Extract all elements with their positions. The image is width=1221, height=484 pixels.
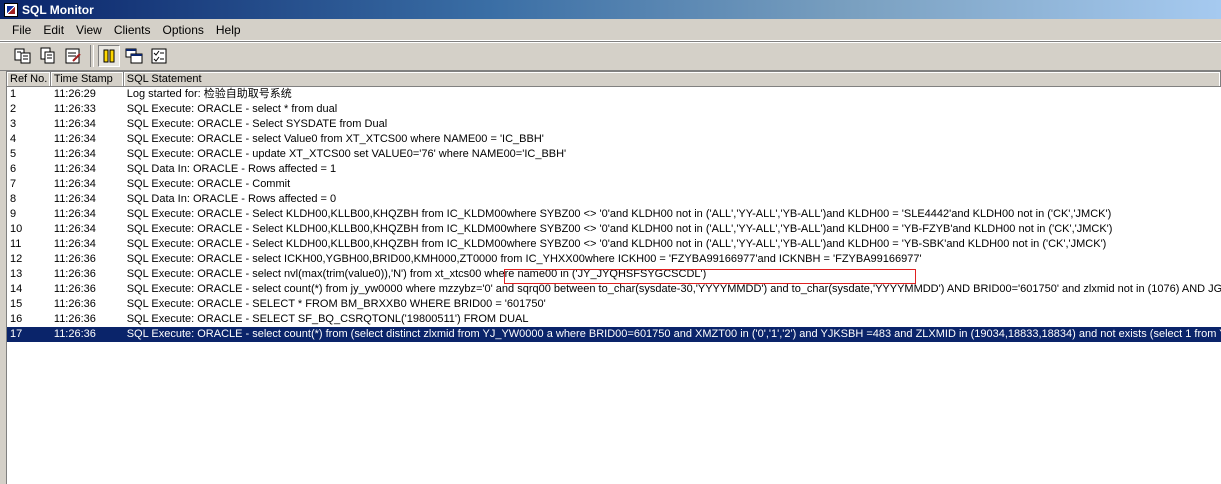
ref-cell: 14	[10, 283, 23, 295]
title-bar[interactable]: SQL Monitor	[0, 0, 1221, 19]
stay-on-top-button[interactable]	[123, 45, 145, 67]
log-rows: 1 11:26:29 Log started for: 检验自助取号系统 2 11:26…	[7, 87, 1221, 342]
sql-cell: SQL Execute: ORACLE - Select SYSDATE fro…	[126, 118, 388, 130]
pause-icon	[103, 49, 115, 63]
menu-options[interactable]: Options	[157, 20, 210, 40]
column-header-ref[interactable]: Ref No.	[7, 72, 51, 86]
ref-cell: 17	[10, 328, 23, 340]
column-header-time[interactable]: Time Stamp	[51, 72, 124, 86]
time-cell: 11:26:34	[53, 163, 96, 175]
sql-monitor-icon	[4, 2, 18, 17]
ref-cell: 3	[10, 118, 17, 130]
table-row[interactable]: 10 11:26:34 SQL Execute: ORACLE - Select K…	[7, 222, 1221, 237]
column-header-sql[interactable]: SQL Statement	[124, 72, 1221, 86]
sql-cell: SQL Execute: ORACLE - update XT_XTCS00 s…	[126, 148, 567, 160]
list-header: Ref No. Time Stamp SQL Statement	[7, 72, 1221, 87]
menu-clients[interactable]: Clients	[108, 20, 157, 40]
sql-cell: SQL Execute: ORACLE - select Value0 from…	[126, 133, 544, 145]
time-cell: 11:26:34	[53, 133, 96, 145]
save-log-button[interactable]	[12, 45, 34, 67]
sql-cell: SQL Execute: ORACLE - Commit	[126, 178, 291, 190]
sql-log-list[interactable]: Ref No. Time Stamp SQL Statement 1 11:26:…	[6, 71, 1221, 484]
ref-cell: 5	[10, 148, 17, 160]
table-row[interactable]: 6 11:26:34 SQL Data In: ORACLE - Rows affe…	[7, 162, 1221, 177]
time-cell: 11:26:34	[53, 118, 96, 130]
menu-help[interactable]: Help	[210, 20, 247, 40]
clear-button[interactable]	[148, 45, 170, 67]
ref-cell: 13	[10, 268, 23, 280]
sql-cell: SQL Execute: ORACLE - select * from dual	[126, 103, 338, 115]
properties-icon	[65, 48, 81, 64]
time-cell: 11:26:36	[53, 328, 96, 340]
ref-cell: 16	[10, 313, 23, 325]
ref-cell: 1	[10, 88, 17, 100]
toolbar-separator	[90, 45, 94, 67]
copy-button[interactable]	[37, 45, 59, 67]
pause-button[interactable]	[98, 45, 120, 67]
menu-file[interactable]: File	[0, 20, 37, 40]
sql-cell: Log started for: 检验自助取号系统	[126, 88, 292, 100]
table-row[interactable]: 2 11:26:33 SQL Execute: ORACLE - select * …	[7, 102, 1221, 117]
table-row[interactable]: 1 11:26:29 Log started for: 检验自助取号系统	[7, 87, 1221, 102]
time-cell: 11:26:36	[53, 268, 96, 280]
table-row[interactable]: 13 11:26:36 SQL Execute: ORACLE - select n…	[7, 267, 1221, 282]
ref-cell: 12	[10, 253, 23, 265]
toolbar	[0, 41, 1221, 71]
table-row[interactable]: 9 11:26:34 SQL Execute: ORACLE - Select KL…	[7, 207, 1221, 222]
clear-checklist-icon	[151, 48, 167, 64]
time-cell: 11:26:34	[53, 178, 96, 190]
ref-cell: 2	[10, 103, 17, 115]
table-row[interactable]: 7 11:26:34 SQL Execute: ORACLE - Commit	[7, 177, 1221, 192]
stay-on-top-icon	[125, 48, 143, 64]
ref-cell: 4	[10, 133, 17, 145]
sql-cell: SQL Execute: ORACLE - select count(*) fr…	[126, 328, 1221, 340]
time-cell: 11:26:34	[53, 238, 96, 250]
table-row[interactable]: 15 11:26:36 SQL Execute: ORACLE - SELECT *…	[7, 297, 1221, 312]
properties-button[interactable]	[62, 45, 84, 67]
ref-cell: 9	[10, 208, 17, 220]
menu-edit[interactable]: Edit	[37, 20, 70, 40]
sql-cell: SQL Execute: ORACLE - select ICKH00,YGBH…	[126, 253, 922, 265]
ref-cell: 6	[10, 163, 17, 175]
ref-cell: 8	[10, 193, 17, 205]
sql-cell: SQL Execute: ORACLE - Select KLDH00,KLLB…	[126, 208, 1112, 220]
time-cell: 11:26:34	[53, 208, 96, 220]
copy-icon	[40, 47, 55, 64]
time-cell: 11:26:36	[53, 298, 96, 310]
menu-view[interactable]: View	[70, 20, 108, 40]
sql-cell: SQL Data In: ORACLE - Rows affected = 1	[126, 163, 337, 175]
window-title: SQL Monitor	[22, 2, 94, 17]
table-row[interactable]: 4 11:26:34 SQL Execute: ORACLE - select Va…	[7, 132, 1221, 147]
sql-cell: SQL Execute: ORACLE - SELECT SF_BQ_CSRQT…	[126, 313, 529, 325]
time-cell: 11:26:29	[53, 88, 96, 100]
save-log-icon	[14, 48, 31, 64]
time-cell: 11:26:36	[53, 313, 96, 325]
time-cell: 11:26:36	[53, 283, 96, 295]
table-row[interactable]: 14 11:26:36 SQL Execute: ORACLE - select c…	[7, 282, 1221, 297]
menu-bar: File Edit View Clients Options Help	[0, 20, 1221, 41]
sql-cell: SQL Execute: ORACLE - SELECT * FROM BM_B…	[126, 298, 546, 310]
table-row[interactable]: 11 11:26:34 SQL Execute: ORACLE - Select K…	[7, 237, 1221, 252]
table-row[interactable]: 8 11:26:34 SQL Data In: ORACLE - Rows affe…	[7, 192, 1221, 207]
sql-cell: SQL Execute: ORACLE - select nvl(max(tri…	[126, 268, 707, 280]
table-row[interactable]: 17 11:26:36 SQL Execute: ORACLE - select c…	[7, 327, 1221, 342]
table-row[interactable]: 5 11:26:34 SQL Execute: ORACLE - update XT…	[7, 147, 1221, 162]
time-cell: 11:26:34	[53, 193, 96, 205]
ref-cell: 7	[10, 178, 17, 190]
table-row[interactable]: 3 11:26:34 SQL Execute: ORACLE - Select SY…	[7, 117, 1221, 132]
ref-cell: 10	[10, 223, 23, 235]
ref-cell: 15	[10, 298, 23, 310]
table-row[interactable]: 12 11:26:36 SQL Execute: ORACLE - select I…	[7, 252, 1221, 267]
ref-cell: 11	[10, 238, 22, 250]
time-cell: 11:26:33	[53, 103, 96, 115]
time-cell: 11:26:34	[53, 223, 96, 235]
sql-cell: SQL Execute: ORACLE - select count(*) fr…	[126, 283, 1221, 295]
table-row[interactable]: 16 11:26:36 SQL Execute: ORACLE - SELECT S…	[7, 312, 1221, 327]
time-cell: 11:26:36	[53, 253, 96, 265]
sql-cell: SQL Execute: ORACLE - Select KLDH00,KLLB…	[126, 238, 1107, 250]
sql-cell: SQL Execute: ORACLE - Select KLDH00,KLLB…	[126, 223, 1113, 235]
sql-cell: SQL Data In: ORACLE - Rows affected = 0	[126, 193, 337, 205]
time-cell: 11:26:34	[53, 148, 96, 160]
